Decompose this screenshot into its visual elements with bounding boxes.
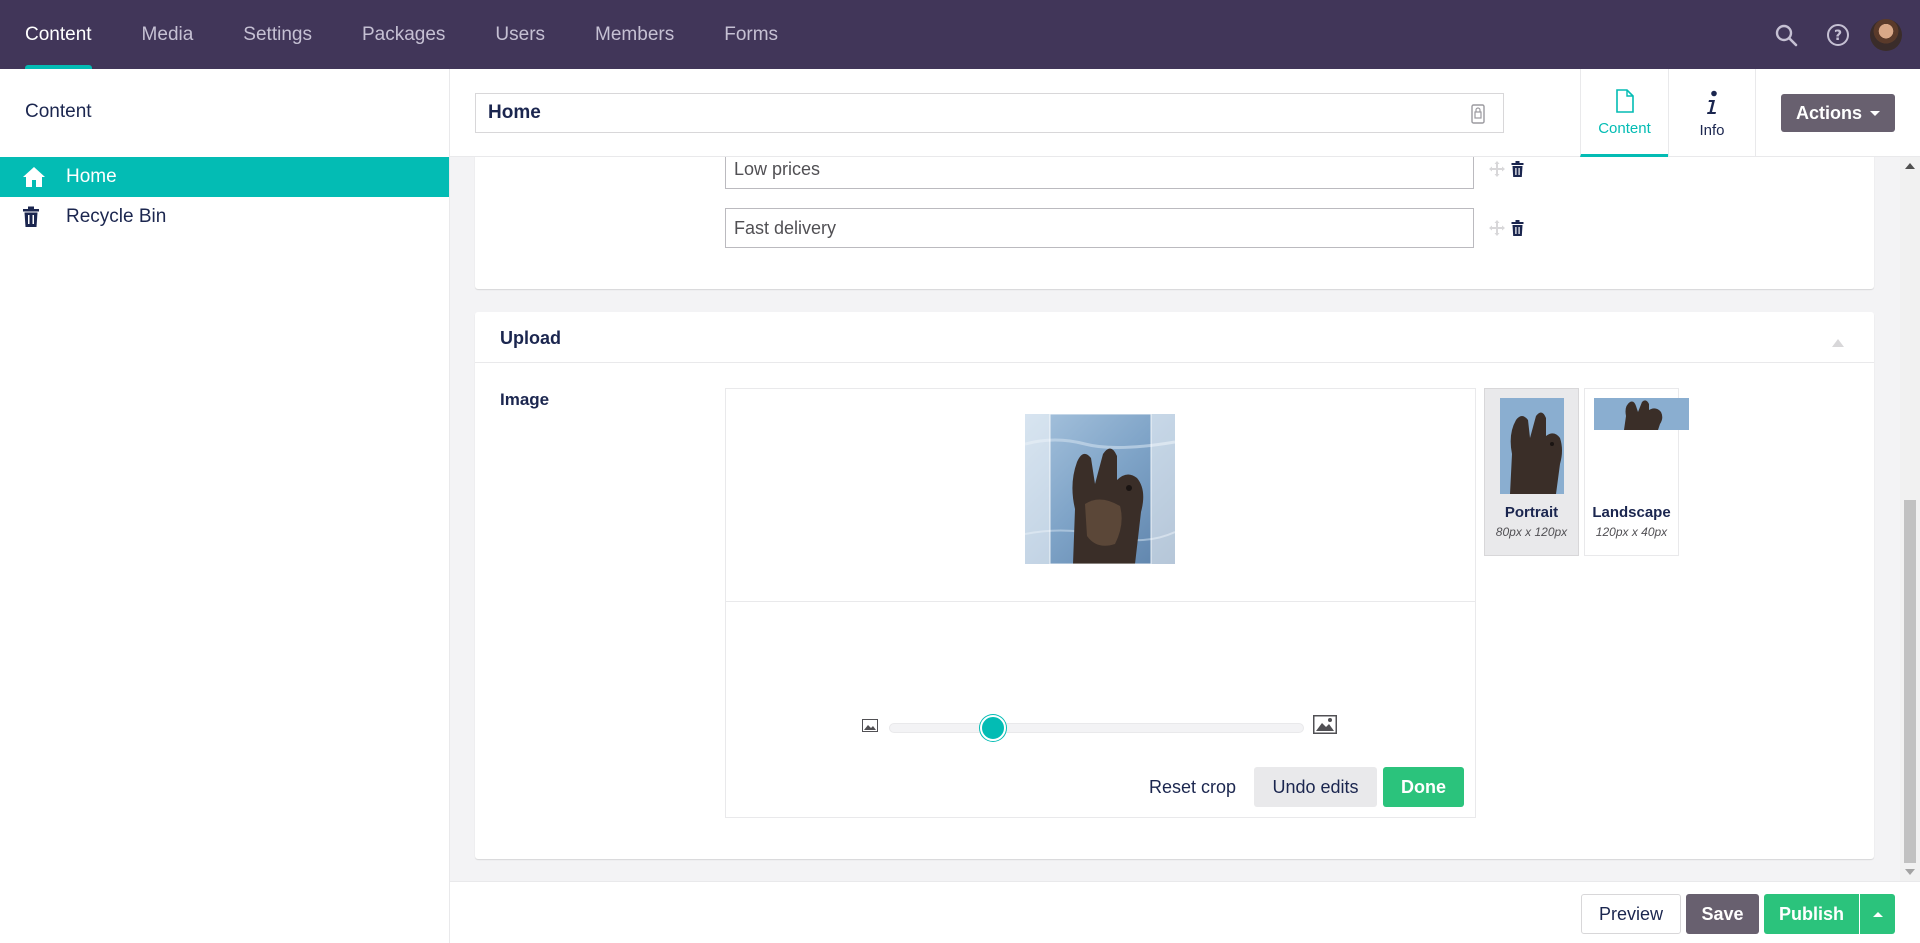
divider bbox=[475, 362, 1874, 363]
info-icon bbox=[1705, 88, 1719, 118]
actions-label: Actions bbox=[1795, 102, 1862, 123]
header-tools: ? bbox=[1760, 0, 1920, 69]
avatar[interactable] bbox=[1870, 18, 1902, 51]
publish-button[interactable]: Publish bbox=[1764, 894, 1859, 934]
help-icon[interactable]: ? bbox=[1812, 0, 1864, 69]
scrollbar-thumb[interactable] bbox=[1904, 500, 1916, 863]
tab-label: Content bbox=[1598, 120, 1651, 137]
caret-up-icon bbox=[1872, 911, 1883, 917]
document-icon bbox=[1615, 86, 1634, 116]
tree-item-home[interactable]: Home bbox=[0, 157, 449, 197]
tree-item-label: Home bbox=[66, 166, 117, 187]
node-name-value: Home bbox=[488, 102, 541, 123]
collapse-icon[interactable] bbox=[1832, 334, 1844, 352]
content-scrollbar[interactable] bbox=[1900, 157, 1920, 881]
svg-text:?: ? bbox=[1834, 28, 1842, 44]
content-area: Low prices Fast delivery Upload Image Re… bbox=[450, 157, 1900, 881]
editor-footer: Preview Save Publish bbox=[450, 881, 1920, 943]
drag-handle-icon[interactable] bbox=[1489, 220, 1505, 241]
sidebar: Content Home Recycle Bin bbox=[0, 69, 450, 943]
trash-icon bbox=[22, 206, 62, 228]
top-navigation: Content Media Settings Packages Users Me… bbox=[0, 0, 1920, 69]
node-name-input[interactable]: Home bbox=[475, 93, 1504, 133]
tree-item-label: Recycle Bin bbox=[66, 206, 167, 227]
reset-crop-button[interactable]: Reset crop bbox=[1139, 767, 1246, 807]
drag-handle-icon[interactable] bbox=[1489, 161, 1505, 182]
nav-item-packages[interactable]: Packages bbox=[337, 0, 470, 69]
crop-image[interactable] bbox=[1025, 414, 1175, 564]
zoom-slider-track[interactable] bbox=[889, 723, 1304, 733]
sidebar-title: Content bbox=[25, 101, 92, 122]
list-item-value: Fast delivery bbox=[734, 217, 837, 238]
list-item-input[interactable]: Fast delivery bbox=[725, 208, 1474, 248]
undo-edits-button[interactable]: Undo edits bbox=[1254, 767, 1377, 807]
crop-stage bbox=[726, 389, 1475, 602]
crop-name: Landscape bbox=[1592, 504, 1671, 521]
done-button[interactable]: Done bbox=[1383, 767, 1464, 807]
image-cropper: Reset crop Undo edits Done bbox=[725, 388, 1476, 818]
nav-item-media[interactable]: Media bbox=[117, 0, 219, 69]
tab-content[interactable]: Content bbox=[1580, 69, 1668, 157]
zoom-slider-handle[interactable] bbox=[979, 715, 1006, 741]
tree-item-recycle-bin[interactable]: Recycle Bin bbox=[0, 197, 449, 237]
tab-info[interactable]: Info bbox=[1668, 69, 1756, 157]
scroll-down-icon[interactable] bbox=[1905, 869, 1915, 875]
property-group-upload: Upload Image Reset crop Undo edits Done … bbox=[475, 312, 1874, 859]
crop-size: 80px x 120px bbox=[1495, 525, 1568, 539]
tab-label: Info bbox=[1699, 121, 1725, 139]
caret-down-icon bbox=[1870, 110, 1880, 116]
zoom-out-icon bbox=[862, 719, 878, 737]
nav-item-content[interactable]: Content bbox=[0, 0, 117, 69]
property-group-list: Low prices Fast delivery bbox=[475, 157, 1874, 289]
publish-options-button[interactable] bbox=[1860, 894, 1895, 934]
nav-item-members[interactable]: Members bbox=[570, 0, 699, 69]
save-button[interactable]: Save bbox=[1686, 894, 1759, 934]
landscape-thumbnail bbox=[1594, 398, 1689, 430]
group-title: Upload bbox=[500, 328, 561, 348]
crop-option-landscape[interactable]: Landscape 120px x 40px bbox=[1584, 388, 1689, 556]
list-item-controls bbox=[1489, 161, 1524, 182]
list-item-value: Low prices bbox=[734, 158, 821, 179]
nav-item-forms[interactable]: Forms bbox=[699, 0, 803, 69]
list-item-controls bbox=[1489, 220, 1524, 241]
crop-size: 120px x 40px bbox=[1595, 525, 1668, 539]
delete-icon[interactable] bbox=[1511, 220, 1524, 241]
delete-icon[interactable] bbox=[1511, 161, 1524, 182]
home-icon bbox=[22, 166, 62, 188]
lock-icon[interactable] bbox=[1471, 104, 1485, 130]
crop-option-portrait[interactable]: Portrait 80px x 120px bbox=[1484, 388, 1579, 556]
property-label: Image bbox=[500, 390, 550, 409]
scroll-up-icon[interactable] bbox=[1905, 163, 1915, 169]
zoom-in-icon bbox=[1313, 715, 1337, 739]
list-item-input[interactable]: Low prices bbox=[725, 157, 1474, 189]
section-nav: Content Media Settings Packages Users Me… bbox=[0, 0, 803, 69]
actions-button[interactable]: Actions bbox=[1781, 94, 1895, 132]
crop-name: Portrait bbox=[1504, 504, 1559, 521]
nav-item-settings[interactable]: Settings bbox=[218, 0, 337, 69]
preview-button[interactable]: Preview bbox=[1581, 894, 1681, 934]
portrait-thumbnail bbox=[1500, 398, 1564, 494]
nav-item-users[interactable]: Users bbox=[470, 0, 570, 69]
editor-header: Home Content Info Actions bbox=[450, 69, 1920, 157]
search-icon[interactable] bbox=[1760, 0, 1812, 69]
